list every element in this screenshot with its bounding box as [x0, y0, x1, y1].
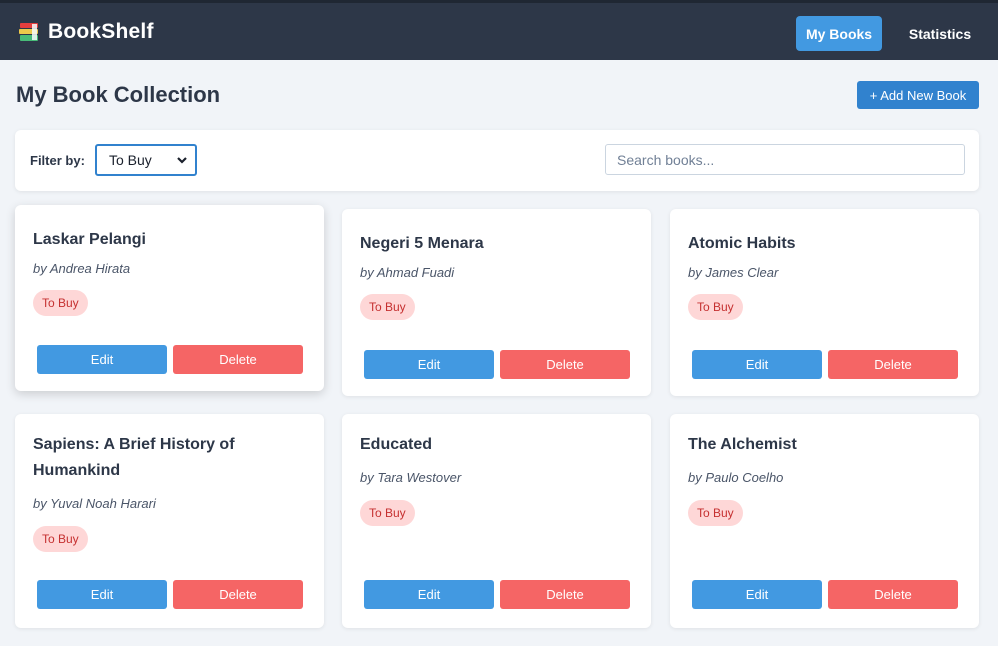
edit-button[interactable]: Edit — [692, 350, 822, 379]
status-badge: To Buy — [688, 500, 743, 526]
book-author: by James Clear — [688, 265, 779, 280]
edit-button[interactable]: Edit — [364, 350, 494, 379]
books-icon — [18, 21, 40, 43]
book-author: by Paulo Coelho — [688, 470, 784, 485]
nav-my-books-button[interactable]: My Books — [796, 16, 882, 51]
book-author: by Andrea Hirata — [33, 261, 131, 276]
book-title: Laskar Pelangi — [33, 231, 146, 248]
book-card: Laskar Pelangi by Andrea Hirata To Buy E… — [15, 205, 324, 391]
book-title: Sapiens: A Brief History of Humankind — [33, 436, 235, 479]
status-filter-select[interactable]: To Buy — [95, 144, 197, 176]
search-input[interactable] — [605, 144, 965, 175]
book-title: Atomic Habits — [688, 235, 796, 252]
status-badge: To Buy — [33, 290, 88, 316]
book-card: The Alchemist by Paulo Coelho To Buy Edi… — [670, 414, 979, 628]
status-badge: To Buy — [688, 294, 743, 320]
delete-button[interactable]: Delete — [173, 580, 303, 609]
book-card: Sapiens: A Brief History of Humankind by… — [15, 414, 324, 628]
book-card: Negeri 5 Menara by Ahmad Fuadi To Buy Ed… — [342, 209, 651, 396]
app-title: BookShelf — [48, 20, 154, 43]
delete-button[interactable]: Delete — [173, 345, 303, 374]
status-badge: To Buy — [360, 500, 415, 526]
nav-statistics-button[interactable]: Statistics — [898, 16, 982, 51]
delete-button[interactable]: Delete — [500, 580, 630, 609]
book-title: Educated — [360, 436, 433, 453]
book-card: Educated by Tara Westover To Buy Edit De… — [342, 414, 651, 628]
filter-bar: Filter by: To Buy — [15, 130, 979, 191]
book-card: Atomic Habits by James Clear To Buy Edit… — [670, 209, 979, 396]
edit-button[interactable]: Edit — [37, 345, 167, 374]
status-badge: To Buy — [33, 526, 88, 552]
edit-button[interactable]: Edit — [37, 580, 167, 609]
page-title: My Book Collection — [16, 82, 221, 107]
delete-button[interactable]: Delete — [828, 580, 958, 609]
book-author: by Yuval Noah Harari — [33, 496, 156, 511]
status-badge: To Buy — [360, 294, 415, 320]
delete-button[interactable]: Delete — [500, 350, 630, 379]
book-author: by Ahmad Fuadi — [360, 265, 455, 280]
book-title: Negeri 5 Menara — [360, 235, 484, 252]
book-title: The Alchemist — [688, 436, 797, 453]
add-book-button[interactable]: + Add New Book — [857, 81, 979, 109]
brand[interactable]: BookShelf — [18, 20, 154, 44]
navbar: BookShelf My Books Statistics — [0, 0, 998, 60]
filter-selected-value: To Buy — [109, 152, 152, 168]
filter-label: Filter by: — [30, 153, 85, 168]
chevron-down-icon — [176, 153, 188, 170]
book-author: by Tara Westover — [360, 470, 462, 485]
delete-button[interactable]: Delete — [828, 350, 958, 379]
edit-button[interactable]: Edit — [692, 580, 822, 609]
edit-button[interactable]: Edit — [364, 580, 494, 609]
